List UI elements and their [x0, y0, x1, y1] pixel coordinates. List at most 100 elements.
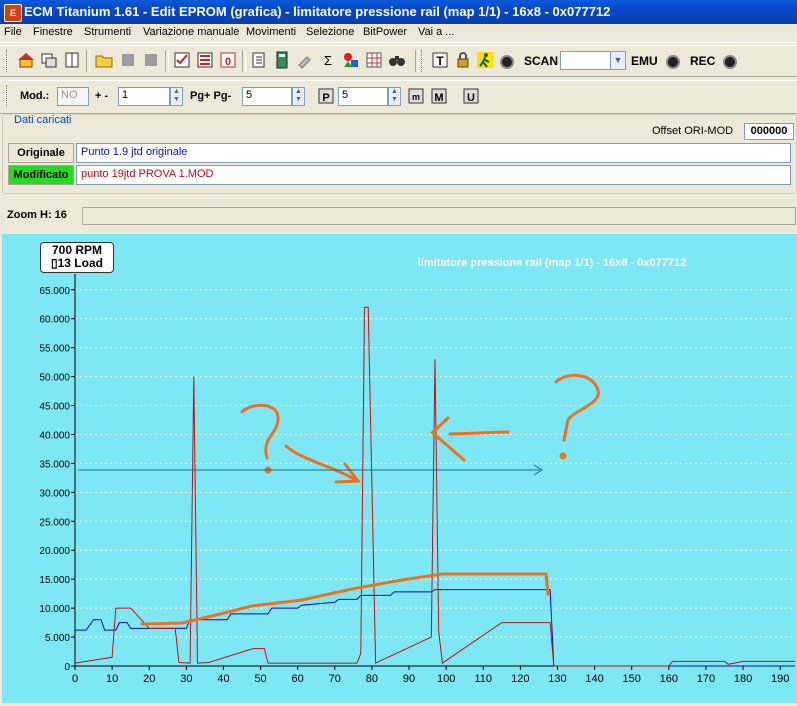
disabled-button-1[interactable] — [118, 51, 138, 71]
x-tick-label: 180 — [734, 673, 752, 685]
edit-toolbar: Mod.: NO + - 1 ▲ ▼ Pg+ Pg- 5 ▲ ▼ P 5 ▲ ▼ m … — [0, 80, 797, 114]
x-tick-label: 20 — [143, 673, 155, 685]
emu-button[interactable] — [666, 55, 680, 69]
p-spinner[interactable]: ▲ ▼ — [388, 87, 401, 106]
toolbar-separator — [86, 50, 90, 72]
x-tick-label: 40 — [217, 673, 229, 685]
x-tick-label: 10 — [106, 673, 118, 685]
sum-icon[interactable]: Σ — [318, 51, 338, 71]
rpm-load-box: 700 RPM ▯13 Load — [40, 242, 114, 273]
export-icon[interactable] — [249, 51, 269, 71]
menu-selezione[interactable]: Selezione — [306, 26, 354, 38]
y-tick-label: 30.000 — [39, 488, 70, 499]
x-tick-label: 60 — [292, 673, 304, 685]
annotation-question-mark-2 — [554, 373, 600, 442]
y-tick-label: 5.000 — [45, 633, 70, 644]
menu-file[interactable]: File — [4, 26, 22, 38]
x-tick-label: 170 — [697, 673, 715, 685]
step-spinner[interactable]: ▲ ▼ — [170, 87, 183, 106]
disabled-button-2[interactable] — [141, 51, 161, 71]
svg-text:M: M — [434, 92, 443, 104]
toolbar-grip[interactable] — [6, 85, 10, 107]
step-field[interactable]: 1 — [118, 87, 170, 106]
p-field[interactable]: 5 — [338, 87, 388, 106]
y-tick-label: 65.000 — [39, 286, 70, 297]
u-icon[interactable]: U — [461, 87, 481, 107]
toolbar-separator — [165, 50, 169, 72]
x-tick-label: 110 — [474, 673, 492, 685]
y-tick-label: 25.000 — [39, 517, 70, 528]
svg-text:P: P — [322, 92, 329, 104]
checklist2-icon[interactable] — [195, 51, 215, 71]
zoom-slider[interactable] — [82, 207, 796, 225]
rec-button[interactable] — [723, 55, 737, 69]
binoculars-icon[interactable] — [387, 51, 407, 71]
modificato-field[interactable]: punto 19jtd PROVA 1.MOD — [76, 165, 791, 185]
originale-field[interactable]: Punto 1.9 jtd originale — [76, 143, 791, 163]
load-text: 13 Load — [57, 256, 103, 270]
menu-bitpower[interactable]: BitPower — [363, 26, 407, 38]
y-tick-label: 55.000 — [39, 344, 70, 355]
tool-icon[interactable] — [295, 51, 315, 71]
x-tick-label: 70 — [329, 673, 341, 685]
offset-value: 000000 — [744, 123, 794, 140]
svg-text:m: m — [412, 92, 420, 102]
toolbar-grip[interactable] — [6, 50, 10, 72]
rec-label: REC — [690, 54, 716, 68]
load-value: ▯13 Load — [51, 256, 103, 270]
page-field[interactable]: 5 — [242, 87, 292, 106]
colors-icon[interactable] — [341, 51, 361, 71]
windows-icon[interactable] — [39, 51, 59, 71]
x-tick-label: 140 — [585, 673, 603, 685]
menu-strumenti[interactable]: Strumenti — [84, 26, 131, 38]
zero-icon[interactable]: 0 — [218, 51, 238, 71]
modificato-label: Modificato — [8, 165, 74, 185]
chart-svg: 0 5.000 10.000 15.000 20.000 25.000 30.000 35.0… — [39, 257, 795, 685]
open-folder-icon[interactable] — [94, 51, 114, 71]
x-tick-label: 120 — [511, 673, 529, 685]
x-tick-label: 190 — [771, 673, 789, 685]
text-icon[interactable]: T — [430, 51, 450, 71]
page-spinner[interactable]: ▲ ▼ — [292, 87, 305, 106]
panel-icon[interactable] — [62, 51, 82, 71]
lock-icon[interactable] — [453, 51, 473, 71]
x-tick-label: 150 — [623, 673, 641, 685]
page-label: Pg+ Pg- — [190, 90, 232, 102]
x-tick-label: 50 — [254, 673, 266, 685]
chart-area[interactable]: 0 5.000 10.000 15.000 20.000 25.000 30.000 35.0… — [2, 234, 797, 703]
runner-icon[interactable] — [475, 51, 495, 71]
m-icon[interactable]: M — [429, 87, 449, 107]
x-tick-label: 0 — [72, 673, 78, 685]
window-title: ECM Titanium 1.61 - Edit EPROM (grafica)… — [24, 4, 611, 19]
checklist-icon[interactable] — [172, 51, 192, 71]
calculator-icon[interactable] — [272, 51, 292, 71]
mod-field[interactable]: NO — [57, 87, 89, 106]
home-icon[interactable] — [16, 51, 36, 71]
menu-vai-a[interactable]: Vai a ... — [418, 26, 454, 38]
grid-icon[interactable] — [364, 51, 384, 71]
chevron-down-icon[interactable]: ▼ — [610, 51, 626, 70]
originale-label: Originale — [8, 143, 74, 163]
title-bar: E ECM Titanium 1.61 - Edit EPROM (grafic… — [0, 0, 797, 24]
p-icon[interactable]: P — [316, 87, 336, 107]
y-tick-label: 20.000 — [39, 546, 70, 557]
menu-variazione-manuale[interactable]: Variazione manuale — [143, 26, 239, 38]
x-tick-label: 90 — [403, 673, 415, 685]
record-dot-icon[interactable] — [500, 55, 514, 69]
plusminus-label: + - — [95, 90, 109, 102]
m-small-icon[interactable]: m — [406, 87, 426, 107]
y-tick-label: 40.000 — [39, 430, 70, 441]
x-tick-label: 160 — [660, 673, 678, 685]
mod-label: Mod.: — [20, 90, 50, 102]
annotation-dot-2 — [559, 452, 567, 460]
toolbar-separator — [415, 50, 419, 72]
annotation-arrow-2 — [430, 416, 510, 462]
y-tick-label: 35.000 — [39, 459, 70, 470]
menu-movimenti[interactable]: Movimenti — [246, 26, 296, 38]
y-tick-label: 0 — [64, 662, 70, 673]
app-icon[interactable]: E — [4, 4, 22, 22]
menu-finestre[interactable]: Finestre — [33, 26, 73, 38]
toolbar-grip[interactable] — [421, 50, 425, 72]
menu-bar: File Finestre Strumenti Variazione manua… — [0, 24, 797, 43]
y-tick-label: 10.000 — [39, 604, 70, 615]
